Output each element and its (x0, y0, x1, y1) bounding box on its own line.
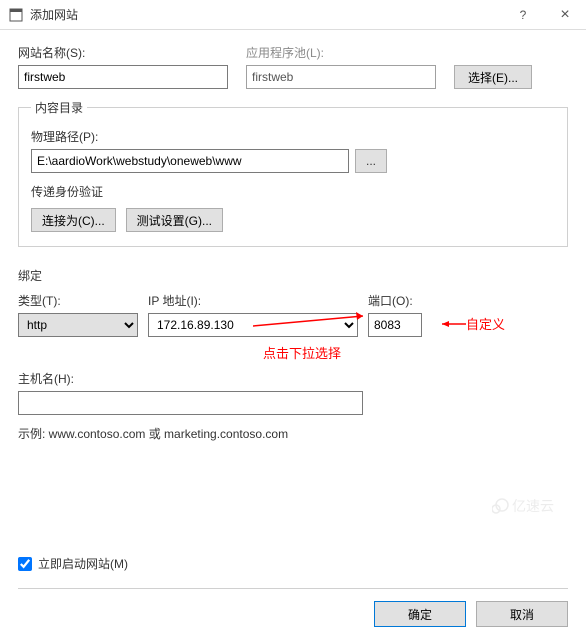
content-directory-legend: 内容目录 (31, 99, 87, 116)
annotation-arrow-port (438, 318, 468, 330)
app-pool-input (246, 65, 436, 89)
hostname-input[interactable] (18, 391, 363, 415)
titlebar: 添加网站 ? × (0, 0, 586, 30)
annotation-dropdown-hint: 点击下拉选择 (263, 343, 341, 362)
type-select[interactable]: http (18, 313, 138, 337)
help-button[interactable]: ? (502, 0, 544, 30)
binding-section-label: 绑定 (18, 267, 568, 284)
cancel-button[interactable]: 取消 (476, 601, 568, 627)
app-pool-label: 应用程序池(L): (246, 44, 436, 61)
site-name-label: 网站名称(S): (18, 44, 228, 61)
start-site-checkbox[interactable] (18, 557, 32, 571)
close-button[interactable]: × (544, 0, 586, 30)
watermark: 亿速云 (492, 487, 582, 526)
hostname-example: 示例: www.contoso.com 或 marketing.contoso.… (18, 425, 568, 442)
browse-button[interactable]: ... (355, 149, 387, 173)
test-settings-button[interactable]: 测试设置(G)... (126, 208, 223, 232)
port-input[interactable] (368, 313, 422, 337)
physical-path-label: 物理路径(P): (31, 128, 555, 145)
physical-path-input[interactable] (31, 149, 349, 173)
select-pool-button[interactable]: 选择(E)... (454, 65, 532, 89)
ip-address-select[interactable]: 172.16.89.130 (148, 313, 358, 337)
hostname-label: 主机名(H): (18, 370, 363, 387)
app-icon (8, 7, 24, 23)
ip-address-label: IP 地址(I): (148, 292, 358, 309)
annotation-custom: 自定义 (466, 314, 505, 333)
start-site-text: 立即启动网站(M) (38, 555, 128, 572)
start-site-checkbox-label[interactable]: 立即启动网站(M) (18, 555, 568, 572)
content-directory-group: 内容目录 物理路径(P): ... 传递身份验证 连接为(C)... 测试设置(… (18, 107, 568, 247)
ok-button[interactable]: 确定 (374, 601, 466, 627)
svg-text:亿速云: 亿速云 (512, 498, 554, 514)
connect-as-button[interactable]: 连接为(C)... (31, 208, 116, 232)
port-label: 端口(O): (368, 292, 422, 309)
site-name-input[interactable] (18, 65, 228, 89)
type-label: 类型(T): (18, 292, 138, 309)
window-title: 添加网站 (30, 6, 78, 23)
footer-divider (18, 588, 568, 589)
auth-label: 传递身份验证 (31, 183, 555, 200)
